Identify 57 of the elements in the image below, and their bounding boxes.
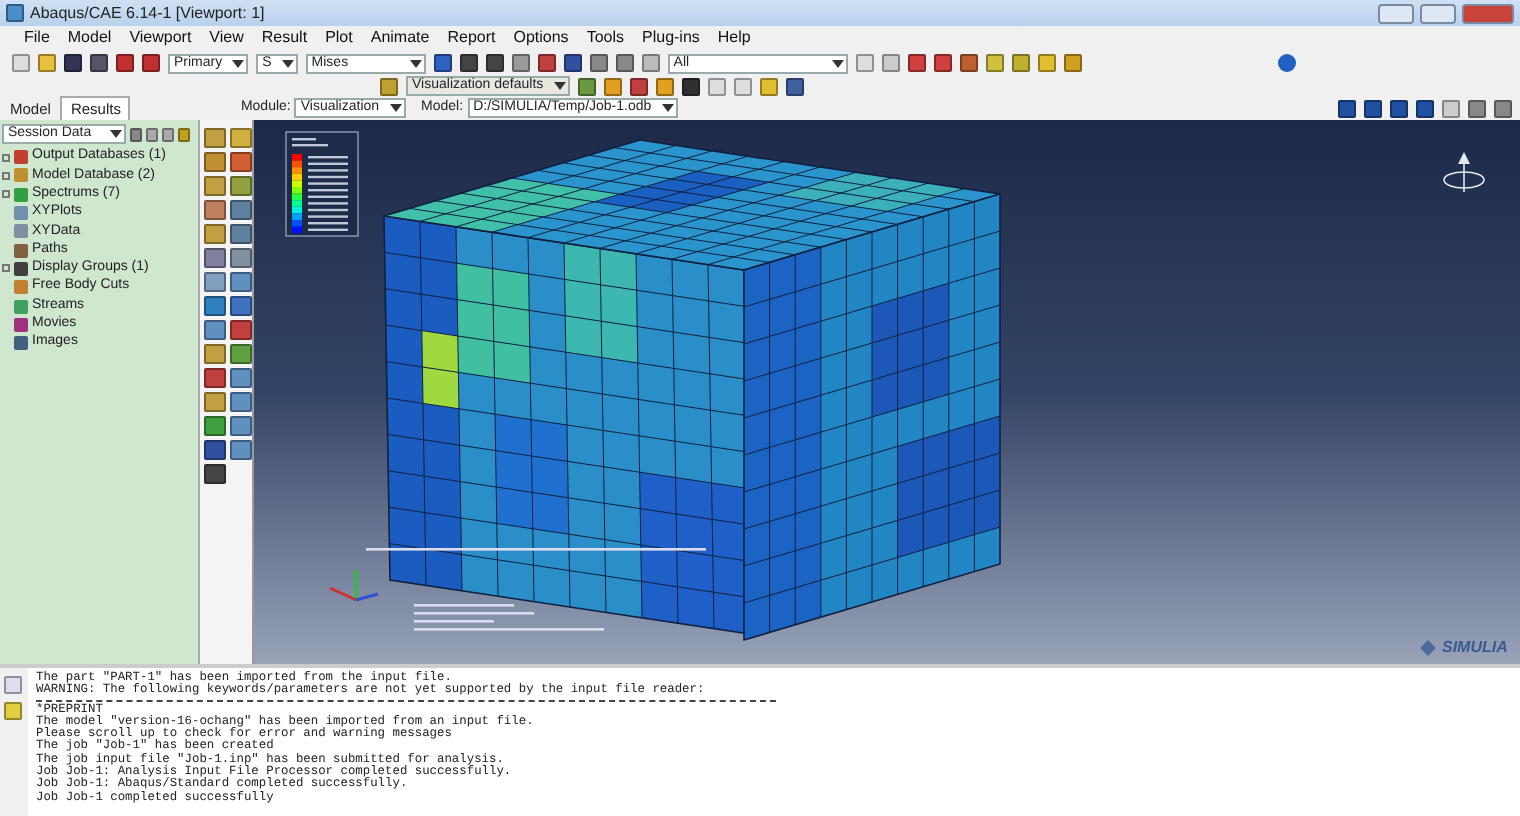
- menu-item[interactable]: Options: [513, 26, 569, 50]
- tool-icon[interactable]: [204, 272, 226, 292]
- tool-icon[interactable]: [204, 248, 226, 268]
- tool-icon[interactable]: [204, 224, 226, 244]
- tool-icon[interactable]: [230, 200, 252, 220]
- tool-icon[interactable]: [230, 224, 252, 244]
- tool-icon[interactable]: [230, 248, 252, 268]
- menu-item[interactable]: View: [209, 26, 244, 50]
- expand-icon[interactable]: [2, 171, 10, 180]
- menu-item[interactable]: Report: [447, 26, 496, 50]
- tool-icon[interactable]: [230, 128, 252, 148]
- app-icon: [6, 4, 24, 22]
- tool-icon[interactable]: [204, 416, 226, 436]
- menu-item[interactable]: File: [24, 26, 50, 50]
- expand-icon[interactable]: [2, 264, 10, 273]
- maximize-button[interactable]: [1420, 3, 1456, 23]
- menu-item[interactable]: Plot: [325, 26, 353, 50]
- logo-icon: [1420, 640, 1436, 656]
- tool-icon[interactable]: [204, 176, 226, 196]
- menu-item[interactable]: Help: [717, 26, 751, 50]
- tool-icon[interactable]: [230, 320, 252, 340]
- tool-icon[interactable]: [204, 464, 226, 484]
- tool-icon[interactable]: [204, 344, 226, 364]
- menu-item[interactable]: Viewport: [129, 26, 192, 50]
- tool-icon[interactable]: [204, 368, 226, 388]
- tool-icon[interactable]: [204, 440, 226, 460]
- menu-item[interactable]: Tools: [586, 26, 624, 50]
- tool-icon[interactable]: [204, 128, 226, 148]
- tool-icon[interactable]: [230, 272, 252, 292]
- minimize-button[interactable]: [1378, 3, 1414, 23]
- tool-icon[interactable]: [204, 320, 226, 340]
- tool-icon[interactable]: [230, 152, 252, 172]
- window-title: Abaqus/CAE 6.14-1 [Viewport: 1]: [30, 1, 265, 25]
- tool-icon[interactable]: [204, 296, 226, 316]
- close-button[interactable]: [1462, 3, 1514, 23]
- tool-icon[interactable]: [230, 296, 252, 316]
- tool-icon[interactable]: [230, 344, 252, 364]
- tool-icon[interactable]: [230, 176, 252, 196]
- tool-icon[interactable]: [230, 440, 252, 460]
- tool-icon[interactable]: [230, 392, 252, 412]
- axis-triad-icon: [329, 570, 379, 602]
- info-icon[interactable]: [1277, 54, 1296, 72]
- menu-item[interactable]: Plug-ins: [642, 26, 700, 50]
- message-area-icon[interactable]: [4, 676, 22, 694]
- expand-icon[interactable]: [2, 190, 10, 199]
- menu-item[interactable]: Result: [261, 26, 308, 50]
- tool-icon[interactable]: [230, 416, 252, 436]
- contour-legend-drawing: [285, 131, 359, 237]
- tool-icon[interactable]: [230, 368, 252, 388]
- menu-item[interactable]: Model: [67, 26, 112, 50]
- tool-icon[interactable]: [204, 392, 226, 412]
- logo-text: SIMULIA: [1442, 636, 1508, 660]
- tool-icon[interactable]: [204, 200, 226, 220]
- view-compass-icon[interactable]: [1443, 152, 1485, 193]
- menu-item[interactable]: Animate: [370, 26, 430, 50]
- tool-icon[interactable]: [204, 152, 226, 172]
- expand-icon[interactable]: [2, 153, 10, 162]
